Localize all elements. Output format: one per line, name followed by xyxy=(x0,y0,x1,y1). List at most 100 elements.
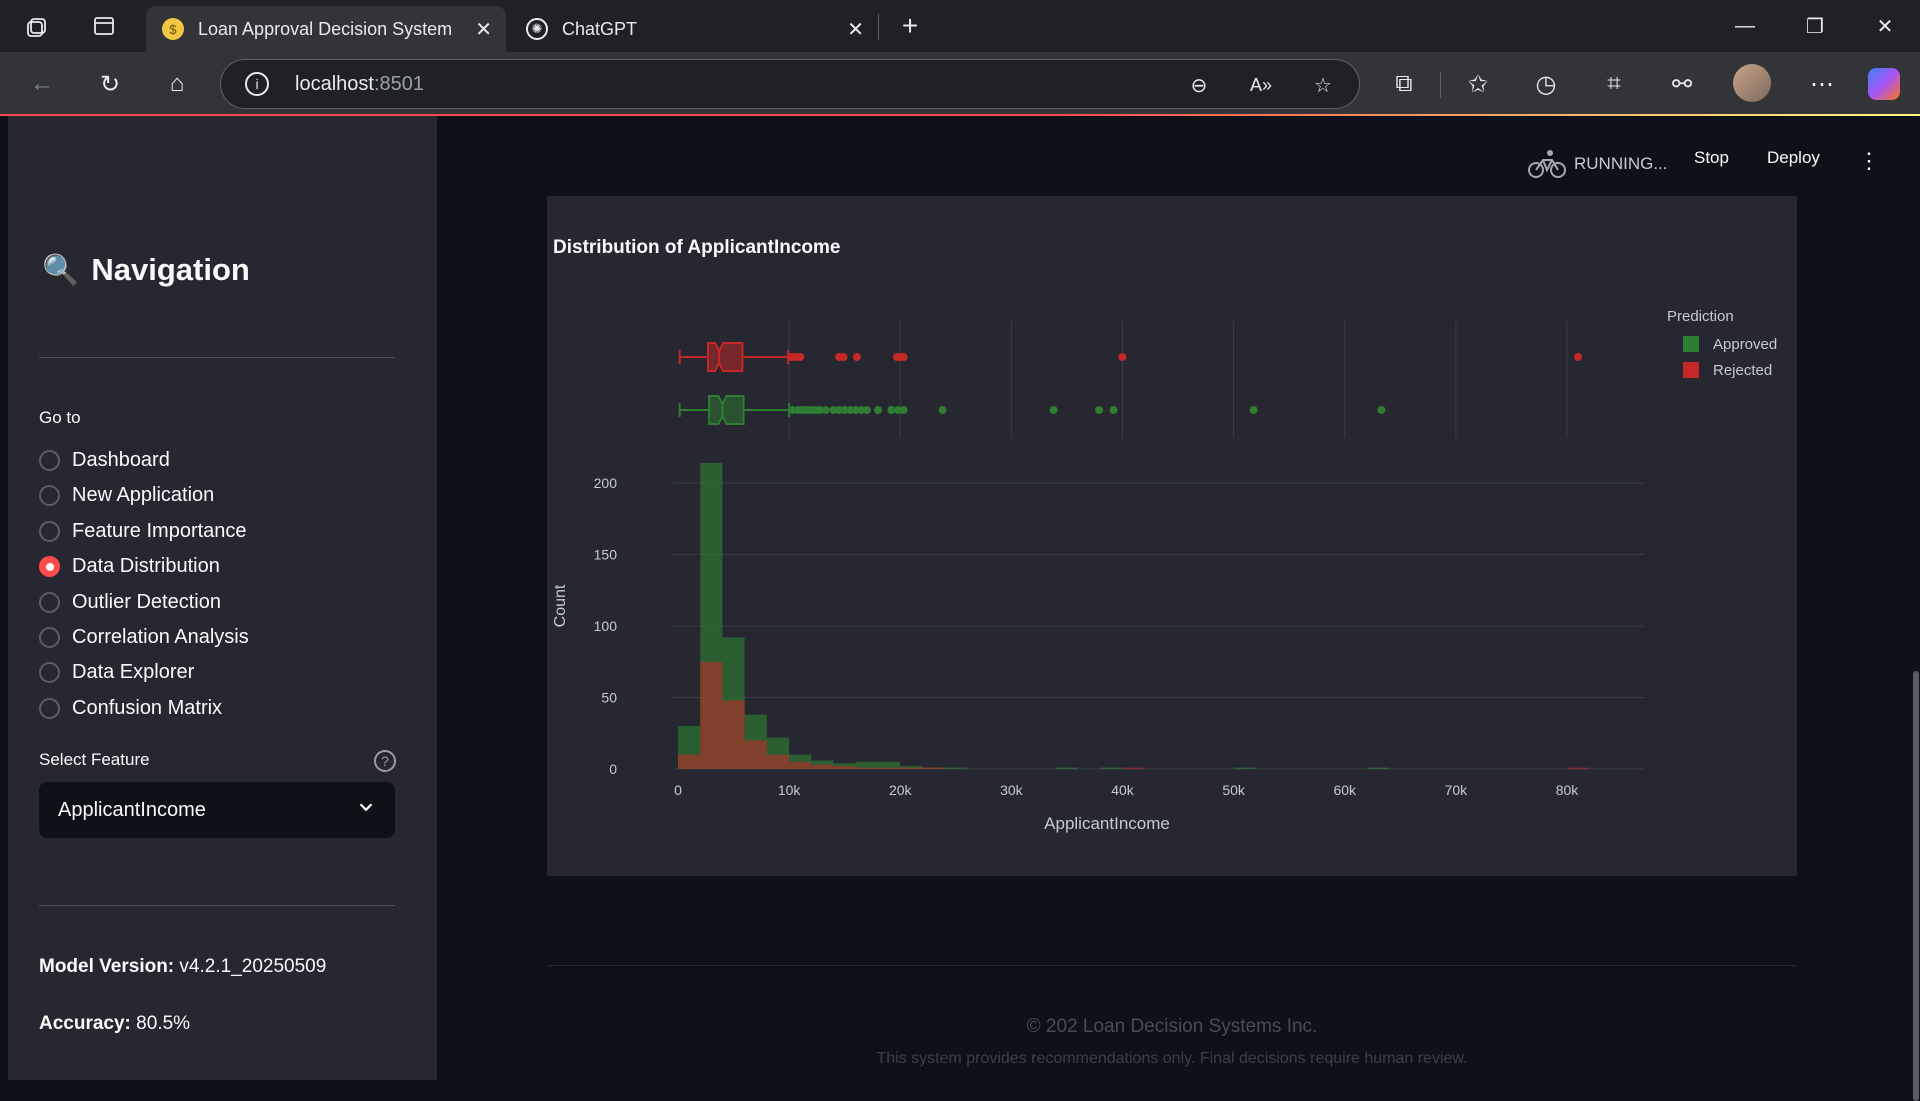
chevron-down-icon xyxy=(359,803,373,812)
copilot-icon[interactable] xyxy=(1868,68,1900,100)
x-tick-label: 60k xyxy=(1333,782,1357,798)
y-tick-label: 0 xyxy=(609,761,617,777)
radio-unselected[interactable] xyxy=(39,450,60,471)
footer-disclaimer: This system provides recommendations onl… xyxy=(876,1050,1468,1067)
x-tick-label: 50k xyxy=(1222,782,1246,798)
histogram-bar-approved xyxy=(1055,767,1079,769)
tab-divider xyxy=(878,14,879,40)
radio-selected[interactable] xyxy=(39,556,60,578)
radio-unselected[interactable] xyxy=(39,627,60,648)
extensions-icon[interactable]: ⧉ xyxy=(1382,62,1426,106)
history-icon[interactable]: ◷ xyxy=(1524,62,1568,106)
streamlit-app: 🔍 Navigation Go to Dashboard New Applicat… xyxy=(8,116,1919,1101)
histogram-bar-rejected xyxy=(1122,767,1145,769)
new-tab-icon[interactable]: + xyxy=(888,4,932,48)
nav-radio-correlation-analysis[interactable]: Correlation Analysis xyxy=(39,626,249,649)
nav-radio-confusion-matrix[interactable]: Confusion Matrix xyxy=(39,697,222,720)
radio-unselected[interactable] xyxy=(39,591,60,613)
browser-tab-bar: $ Loan Approval Decision System ✕ ✺ Chat… xyxy=(0,0,1920,52)
running-status: RUNNING... xyxy=(1528,148,1668,180)
y-tick-label: 50 xyxy=(601,690,617,706)
select-feature-label: Select Feature xyxy=(39,750,150,769)
legend-label-rejected: Rejected xyxy=(1713,362,1772,379)
reload-icon[interactable]: ↻ xyxy=(88,62,132,106)
histogram-bar-rejected xyxy=(789,761,812,769)
nav-radio-outlier-detection[interactable]: Outlier Detection xyxy=(39,591,221,614)
outlier-point xyxy=(874,406,883,414)
tab-chatgpt[interactable]: ✺ ChatGPT ✕ xyxy=(510,6,878,52)
footer-divider xyxy=(547,965,1797,966)
collections-icon[interactable]: ⚯ xyxy=(1660,62,1704,106)
divider xyxy=(39,905,395,906)
nav-radio-data-explorer[interactable]: Data Explorer xyxy=(39,661,194,684)
address-bar[interactable]: i localhost:8501 ⊖ A» ☆ xyxy=(220,59,1360,109)
feature-select[interactable]: ApplicantIncome xyxy=(39,782,395,838)
y-tick-label: 150 xyxy=(594,547,618,563)
close-window-icon[interactable]: ✕ xyxy=(1850,0,1920,52)
legend-label-approved: Approved xyxy=(1713,336,1777,353)
nav-radio-label: Feature Importance xyxy=(72,519,247,542)
url-text[interactable]: localhost:8501 xyxy=(295,73,424,96)
y-tick-label: 100 xyxy=(594,618,618,634)
main-menu-icon[interactable]: ⋮ xyxy=(1858,148,1880,174)
feature-select-value: ApplicantIncome xyxy=(58,798,206,821)
outlier-point xyxy=(1095,406,1104,414)
x-tick-label: 10k xyxy=(778,782,802,798)
screenshot-icon[interactable]: ⌗ xyxy=(1592,62,1636,106)
sidebar: 🔍 Navigation Go to Dashboard New Applicat… xyxy=(8,116,437,1080)
minimize-icon[interactable]: — xyxy=(1710,0,1780,52)
nav-radio-label: Data Distribution xyxy=(72,555,220,578)
outlier-point xyxy=(1118,353,1127,361)
radio-unselected[interactable] xyxy=(39,697,60,719)
nav-radio-feature-importance[interactable]: Feature Importance xyxy=(39,520,247,543)
legend-swatch-rejected xyxy=(1683,362,1699,378)
close-tab-icon[interactable]: ✕ xyxy=(475,17,492,42)
close-tab-icon[interactable]: ✕ xyxy=(847,17,864,42)
more-options-icon[interactable]: ⋯ xyxy=(1800,62,1844,106)
back-arrow-icon[interactable]: ← xyxy=(20,62,64,106)
sidebar-title: 🔍 Navigation xyxy=(42,252,250,287)
tab-title: Loan Approval Decision System xyxy=(198,18,453,39)
zoom-out-icon[interactable]: ⊖ xyxy=(1185,71,1213,99)
nav-radio-new-application[interactable]: New Application xyxy=(39,484,214,507)
nav-radio-dashboard[interactable]: Dashboard xyxy=(39,449,170,472)
read-aloud-icon[interactable]: A» xyxy=(1247,71,1275,99)
deploy-button[interactable]: Deploy xyxy=(1767,148,1820,168)
outlier-point xyxy=(1377,406,1386,414)
tab-loan-approval[interactable]: $ Loan Approval Decision System ✕ xyxy=(146,6,506,52)
accuracy: Accuracy: 80.5% xyxy=(39,1013,191,1034)
chart-svg: Distribution of ApplicantIncome 0 50 100 150… xyxy=(552,237,1777,833)
restore-icon[interactable]: ❐ xyxy=(1780,0,1850,52)
outlier-point xyxy=(938,406,947,414)
legend-title: Prediction xyxy=(1667,308,1734,325)
address-toolbar: ← ↻ ⌂ i localhost:8501 ⊖ A» ☆ ⧉ ✩ ◷ ⌗ ⚯ … xyxy=(0,52,1920,116)
help-icon[interactable]: ? xyxy=(374,750,396,772)
legend-swatch-approved xyxy=(1683,336,1699,352)
site-info-icon[interactable]: i xyxy=(245,72,269,96)
favorite-star-icon[interactable]: ☆ xyxy=(1309,71,1337,99)
histogram-bar-rejected xyxy=(855,767,879,769)
nav-radio-data-distribution[interactable]: Data Distribution xyxy=(39,555,220,578)
outlier-point xyxy=(1249,406,1258,414)
histogram-bar-rejected xyxy=(811,764,834,769)
scrollbar[interactable] xyxy=(1913,671,1919,1101)
workspaces-icon[interactable] xyxy=(16,4,60,48)
favorites-list-icon[interactable]: ✩ xyxy=(1456,62,1500,106)
radio-unselected[interactable] xyxy=(39,662,60,684)
x-tick-label: 0 xyxy=(674,782,682,798)
radio-unselected[interactable] xyxy=(39,485,60,507)
outlier-point xyxy=(899,406,908,414)
outlier-point xyxy=(852,353,861,361)
histogram-bar-rejected xyxy=(922,767,945,769)
x-tick-label: 70k xyxy=(1445,782,1469,798)
histogram-bar-rejected xyxy=(766,754,790,769)
histogram-bar-rejected xyxy=(700,661,723,769)
model-version: Model Version: v4.2.1_20250509 xyxy=(39,956,327,977)
tab-actions-icon[interactable] xyxy=(82,4,126,48)
stop-button[interactable]: Stop xyxy=(1694,148,1729,168)
home-icon[interactable]: ⌂ xyxy=(155,62,199,106)
radio-unselected[interactable] xyxy=(39,520,60,542)
x-tick-label: 40k xyxy=(1111,782,1135,798)
chart-title: Distribution of ApplicantIncome xyxy=(553,237,840,258)
profile-avatar[interactable] xyxy=(1733,64,1771,102)
